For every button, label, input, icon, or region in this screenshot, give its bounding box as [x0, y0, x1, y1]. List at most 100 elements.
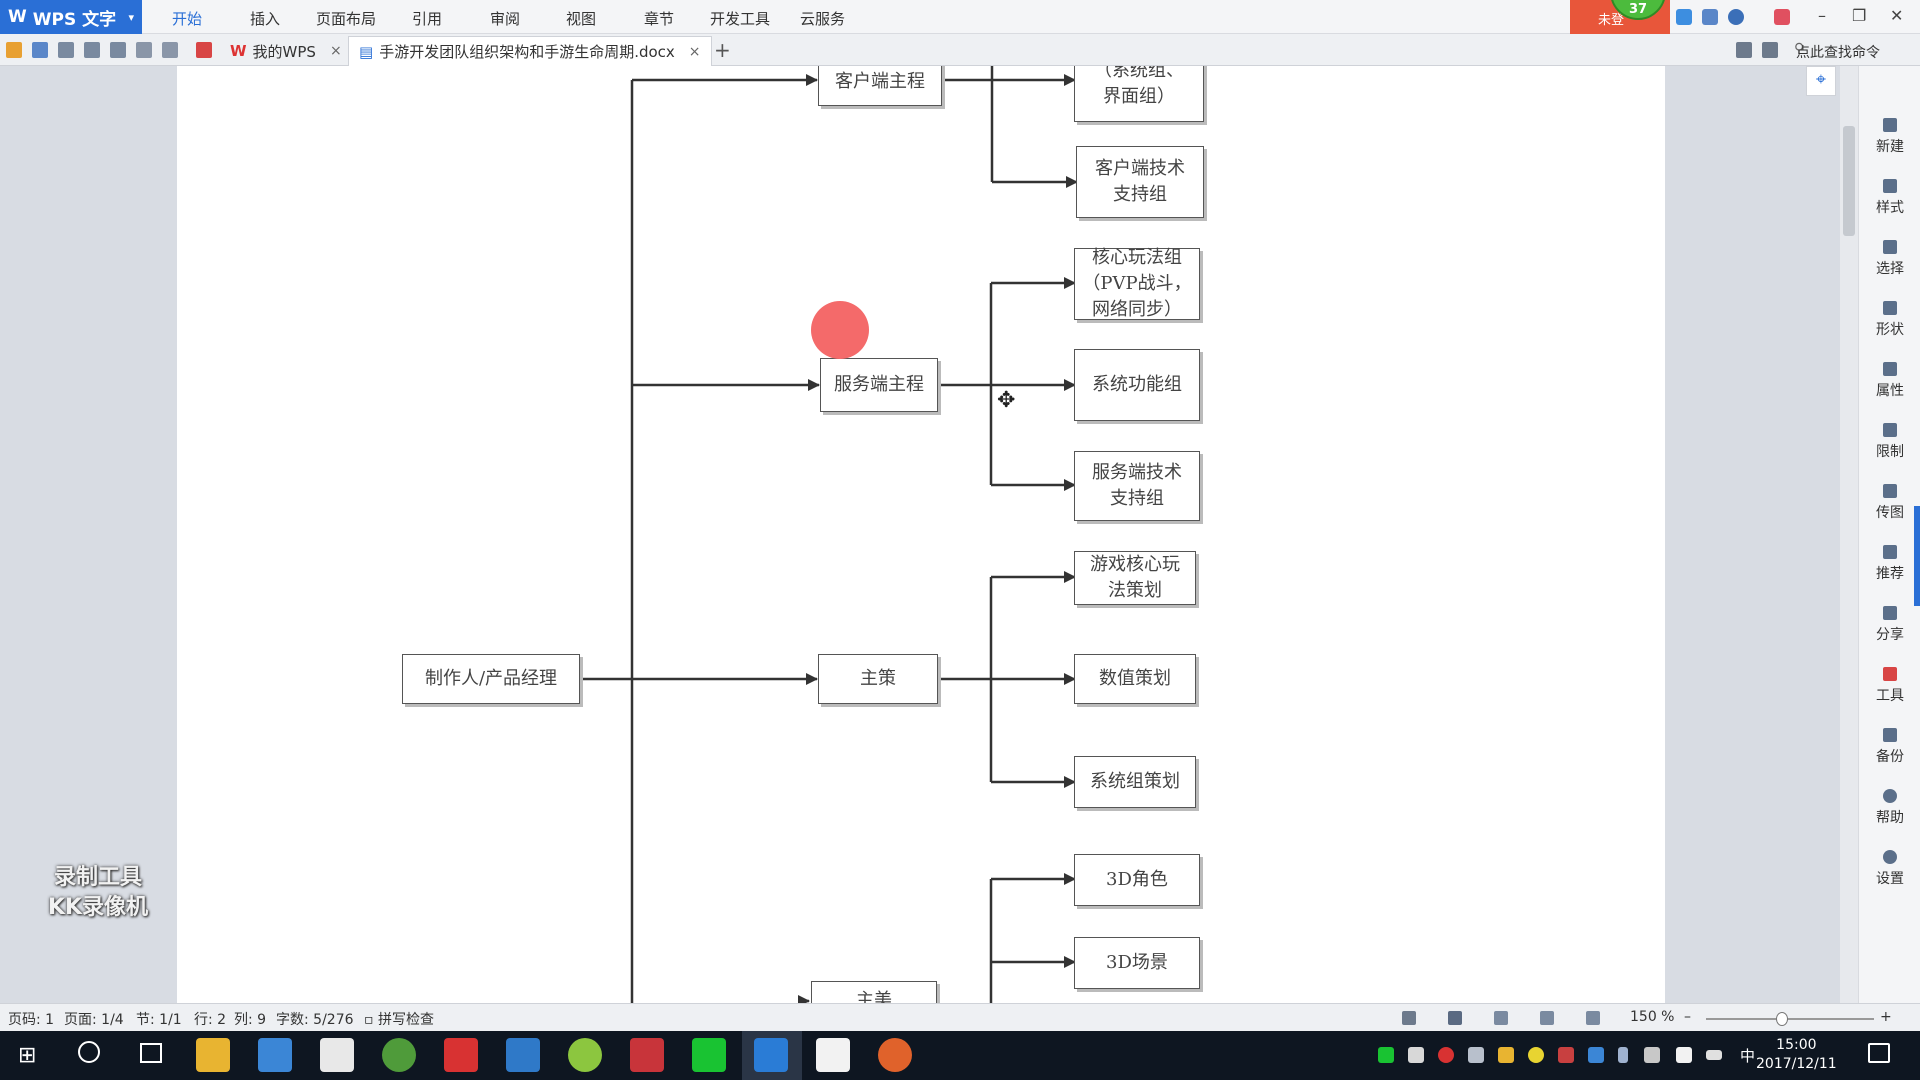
- node-client-tech[interactable]: 客户端技术 支持组: [1076, 146, 1204, 218]
- format-painter-icon[interactable]: [196, 42, 212, 58]
- sidebar-upload-image[interactable]: 传图: [1859, 484, 1920, 522]
- mail-icon[interactable]: [320, 1038, 354, 1072]
- youdao-icon[interactable]: [444, 1038, 478, 1072]
- node-art-lead[interactable]: 主美: [811, 981, 937, 1003]
- file-explorer-icon[interactable]: [196, 1038, 230, 1072]
- help-icon[interactable]: [1728, 9, 1744, 25]
- node-client-system[interactable]: （系统组、 界面组）: [1074, 66, 1204, 122]
- taskbar-clock[interactable]: 15:00 2017/12/11: [1756, 1036, 1837, 1074]
- redo-icon[interactable]: [162, 42, 178, 58]
- zoom-slider[interactable]: [1706, 1012, 1874, 1026]
- skin-icon[interactable]: [1676, 9, 1692, 25]
- minimize-button[interactable]: –: [1818, 6, 1826, 25]
- tray-plus-icon[interactable]: [1528, 1047, 1544, 1063]
- node-3d-scene[interactable]: 3D场景: [1074, 937, 1200, 989]
- iqiyi-icon[interactable]: [692, 1038, 726, 1072]
- app-menu-button[interactable]: W WPS 文字 ▾: [0, 0, 142, 34]
- sidebar-restrict[interactable]: 限制: [1859, 423, 1920, 461]
- outline-view-icon[interactable]: [1494, 1011, 1508, 1025]
- bluetooth-icon[interactable]: [1618, 1047, 1628, 1063]
- eye-protect-icon[interactable]: [1586, 1011, 1600, 1025]
- zoom-in-button[interactable]: +: [1880, 1009, 1892, 1025]
- input-method-indicator[interactable]: 中: [1740, 1045, 1755, 1066]
- open-icon[interactable]: [6, 42, 22, 58]
- menu-developer[interactable]: 开发工具: [710, 8, 770, 29]
- zoom-level[interactable]: 150 %: [1630, 1009, 1674, 1025]
- print-icon[interactable]: [84, 42, 100, 58]
- tab-document[interactable]: ▤ 手游开发团队组织架构和手游生命周期.docx ×: [348, 36, 712, 66]
- red-box-icon[interactable]: [630, 1038, 664, 1072]
- cortana-icon[interactable]: [78, 1041, 100, 1063]
- zoom-out-button[interactable]: –: [1684, 1009, 1691, 1025]
- sidebar-select[interactable]: 选择: [1859, 240, 1920, 278]
- vertical-scrollbar[interactable]: [1840, 66, 1858, 1003]
- location-pin-icon[interactable]: ⌖: [1806, 66, 1836, 96]
- menu-references[interactable]: 引用: [412, 8, 442, 29]
- node-client-lead[interactable]: 客户端主程: [818, 66, 942, 106]
- node-core-gameplay[interactable]: 核心玩法组 （PVP战斗， 网络同步）: [1074, 247, 1200, 320]
- node-server-tech[interactable]: 服务端技术 支持组: [1074, 451, 1200, 521]
- close-tab-icon[interactable]: ×: [330, 43, 342, 59]
- menu-home[interactable]: 开始: [172, 8, 202, 29]
- close-tab-icon[interactable]: ×: [689, 44, 701, 60]
- menu-review[interactable]: 审阅: [490, 8, 520, 29]
- sidebar-shape[interactable]: 形状: [1859, 301, 1920, 339]
- node-system-design[interactable]: 系统组策划: [1074, 756, 1196, 808]
- tray-network-icon[interactable]: [1588, 1047, 1604, 1063]
- node-3d-role[interactable]: 3D角色: [1074, 854, 1200, 906]
- tray-app-icon[interactable]: [1408, 1047, 1424, 1063]
- node-producer[interactable]: 制作人/产品经理: [402, 654, 580, 704]
- menu-insert[interactable]: 插入: [250, 8, 280, 29]
- sidebar-help[interactable]: 帮助: [1859, 789, 1920, 827]
- sidebar-tools[interactable]: 工具: [1859, 667, 1920, 705]
- node-numeric-design[interactable]: 数值策划: [1074, 654, 1196, 704]
- sidebar-recommend[interactable]: 推荐: [1859, 545, 1920, 583]
- shirt-icon[interactable]: [1702, 9, 1718, 25]
- zoom-slider-thumb[interactable]: [1775, 1012, 1788, 1026]
- download-icon[interactable]: [1774, 9, 1790, 25]
- windows-start-icon[interactable]: ⊞: [18, 1043, 36, 1068]
- recorder-app-icon[interactable]: [878, 1038, 912, 1072]
- restore-button[interactable]: ❐: [1852, 6, 1866, 25]
- store-icon[interactable]: [258, 1038, 292, 1072]
- document-page[interactable]: 制作人/产品经理 客户端主程 （系统组、 界面组） 客户端技术 支持组 核心玩法…: [177, 66, 1665, 1003]
- battery-icon[interactable]: [1706, 1050, 1722, 1060]
- new-tab-button[interactable]: +: [714, 38, 731, 62]
- reader-icon[interactable]: [506, 1038, 540, 1072]
- sidebar-share[interactable]: 分享: [1859, 606, 1920, 644]
- spellcheck-toggle[interactable]: ▫ 拼写检查: [364, 1009, 434, 1029]
- print-preview-icon[interactable]: [110, 42, 126, 58]
- undo-icon[interactable]: [136, 42, 152, 58]
- wps-writer-icon[interactable]: [754, 1038, 788, 1072]
- visio-icon[interactable]: [816, 1038, 850, 1072]
- close-button[interactable]: ✕: [1890, 6, 1903, 25]
- tray-display-icon[interactable]: [1468, 1047, 1484, 1063]
- notification-icon[interactable]: [1868, 1043, 1890, 1063]
- command-search[interactable]: 点此查找命令: [1796, 42, 1880, 62]
- shield-icon[interactable]: [1676, 1047, 1692, 1063]
- menu-section[interactable]: 章节: [644, 8, 674, 29]
- chrome-icon[interactable]: [382, 1038, 416, 1072]
- tray-x-icon[interactable]: [1558, 1047, 1574, 1063]
- volume-icon[interactable]: [1644, 1047, 1660, 1063]
- sidebar-backup[interactable]: 备份: [1859, 728, 1920, 766]
- fullscreen-icon[interactable]: [1402, 1011, 1416, 1025]
- tray-record-icon[interactable]: [1438, 1047, 1454, 1063]
- collab-icon[interactable]: [1736, 42, 1752, 58]
- tray-paint-icon[interactable]: [1498, 1047, 1514, 1063]
- save-icon[interactable]: [32, 42, 48, 58]
- menu-view[interactable]: 视图: [566, 8, 596, 29]
- node-lead-designer[interactable]: 主策: [818, 654, 938, 704]
- sidebar-style[interactable]: 样式: [1859, 179, 1920, 217]
- scrollbar-thumb[interactable]: [1843, 126, 1855, 236]
- menu-cloud[interactable]: 云服务: [800, 8, 845, 29]
- node-game-core-design[interactable]: 游戏核心玩 法策划: [1074, 551, 1196, 605]
- web-view-icon[interactable]: [1540, 1011, 1554, 1025]
- tab-my-wps[interactable]: W 我的WPS ×: [220, 36, 352, 66]
- sidebar-settings[interactable]: 设置: [1859, 850, 1920, 888]
- sidebar-new[interactable]: 新建: [1859, 118, 1920, 156]
- task-view-icon[interactable]: [140, 1043, 162, 1063]
- node-server-lead[interactable]: 服务端主程: [820, 358, 938, 412]
- sidebar-collapse-handle[interactable]: [1914, 506, 1920, 606]
- node-system-function[interactable]: 系统功能组: [1074, 349, 1200, 421]
